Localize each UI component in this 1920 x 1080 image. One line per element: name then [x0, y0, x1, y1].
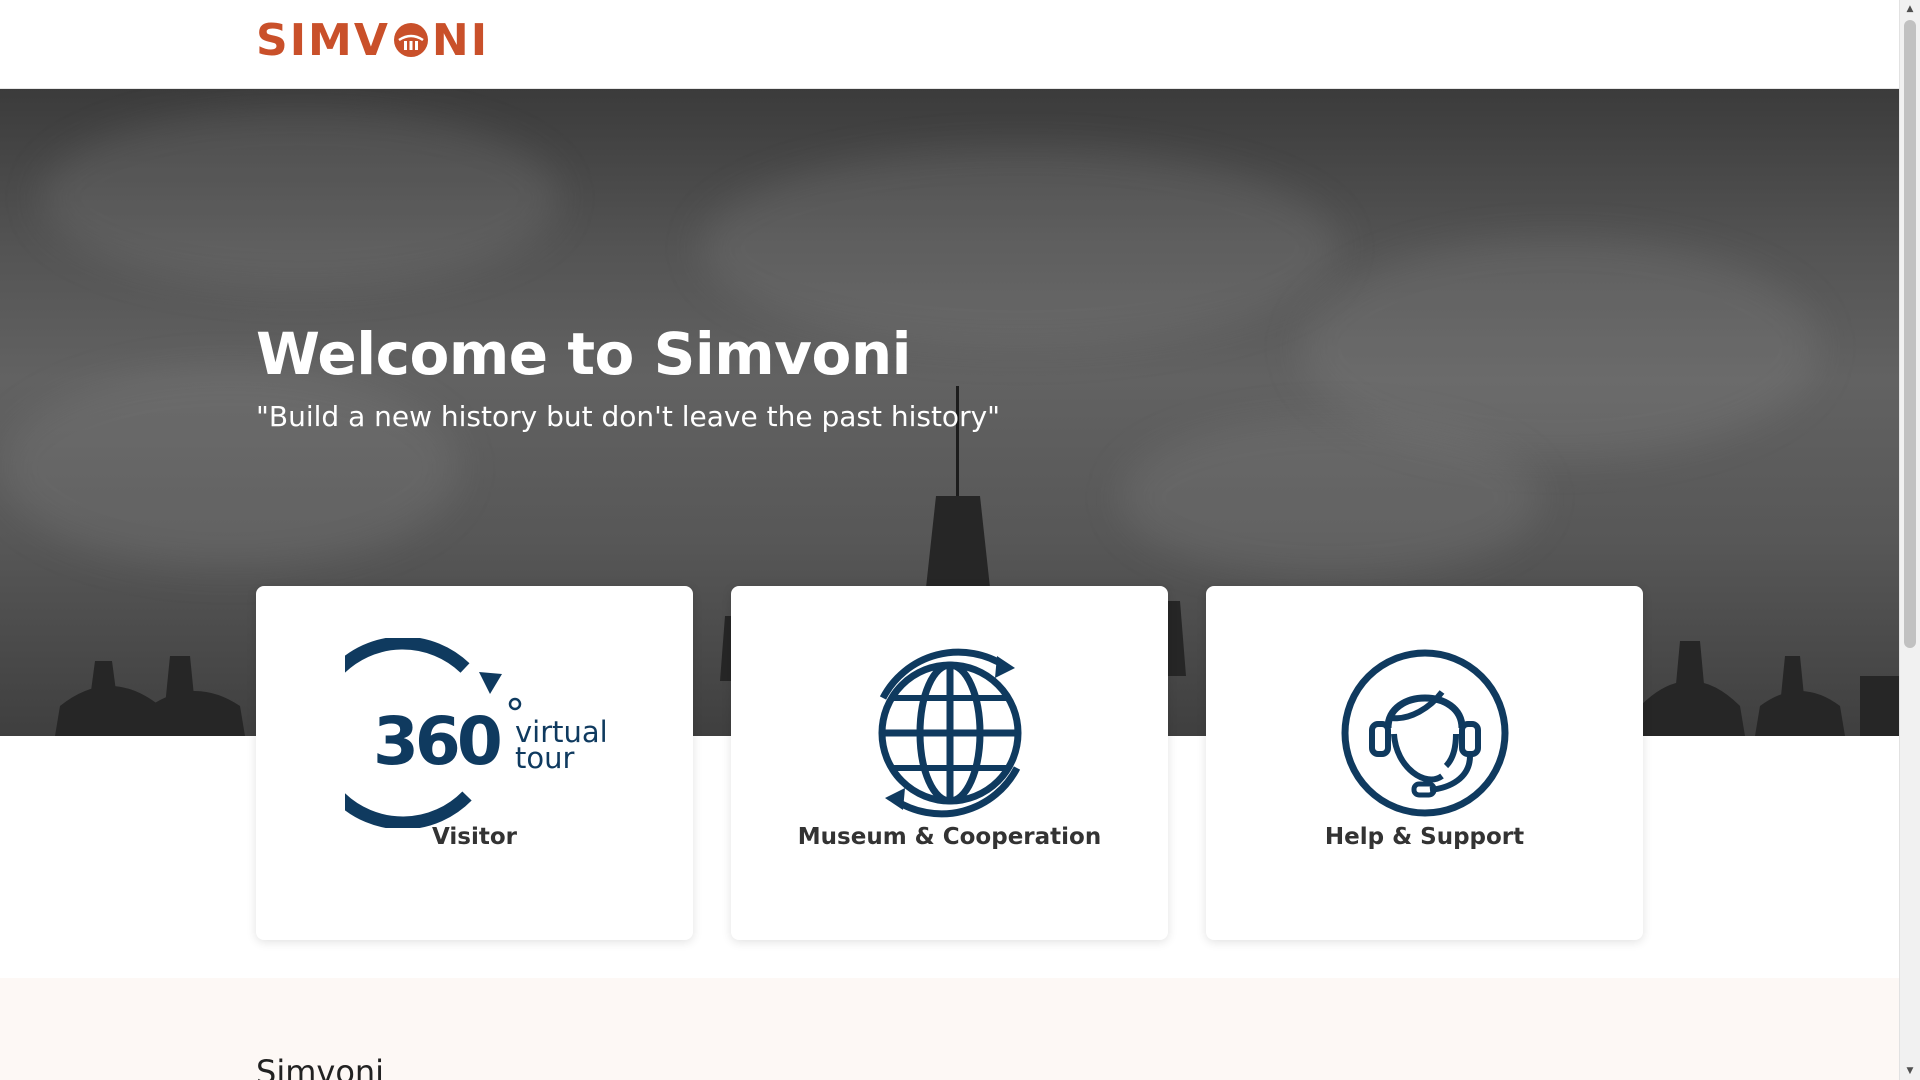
- logo-text-suffix: NI: [431, 14, 490, 66]
- hero-title: Welcome to Simvoni: [256, 320, 912, 388]
- hero-quote: "Build a new history but don't leave the…: [256, 400, 1001, 433]
- about-section: Simvoni: [0, 978, 1900, 1080]
- site-logo[interactable]: SIMV NI: [256, 15, 489, 66]
- about-section-title: Simvoni: [256, 1053, 385, 1080]
- museum-cooperation-card[interactable]: Museum & Cooperation: [731, 586, 1168, 940]
- 360-virtual-tour-icon: 360 virtual tour: [344, 638, 605, 828]
- vertical-scrollbar[interactable]: ▲ ▼: [1899, 0, 1920, 1080]
- cloud-shape: [700, 148, 1340, 348]
- visitor-card-label: Visitor: [432, 824, 517, 850]
- scroll-up-arrow-icon[interactable]: ▲: [1900, 0, 1920, 18]
- logo-o-emblem-icon: [393, 23, 428, 57]
- globe-icon: [878, 648, 1021, 818]
- visitor-card[interactable]: 360 virtual tour Visitor: [256, 586, 693, 940]
- logo-text-prefix: SIMV: [256, 14, 390, 66]
- help-support-card-label: Help & Support: [1324, 824, 1525, 850]
- headset-support-icon: [1341, 649, 1508, 817]
- icon-360-text: 360: [373, 703, 500, 780]
- site-header: SIMV NI: [0, 0, 1900, 89]
- museum-cooperation-card-label: Museum & Cooperation: [797, 824, 1102, 850]
- icon-tour-text: tour: [515, 741, 574, 775]
- scrollbar-thumb[interactable]: [1904, 20, 1916, 648]
- scroll-down-arrow-icon[interactable]: ▼: [1900, 1062, 1920, 1080]
- cloud-shape: [40, 108, 560, 288]
- role-cards: 360 virtual tour Visitor Museum & Cooper…: [256, 586, 1644, 942]
- page: SIMV NI Welcome to Simvoni "Build a new …: [0, 0, 1900, 1080]
- help-support-card[interactable]: Help & Support: [1206, 586, 1643, 940]
